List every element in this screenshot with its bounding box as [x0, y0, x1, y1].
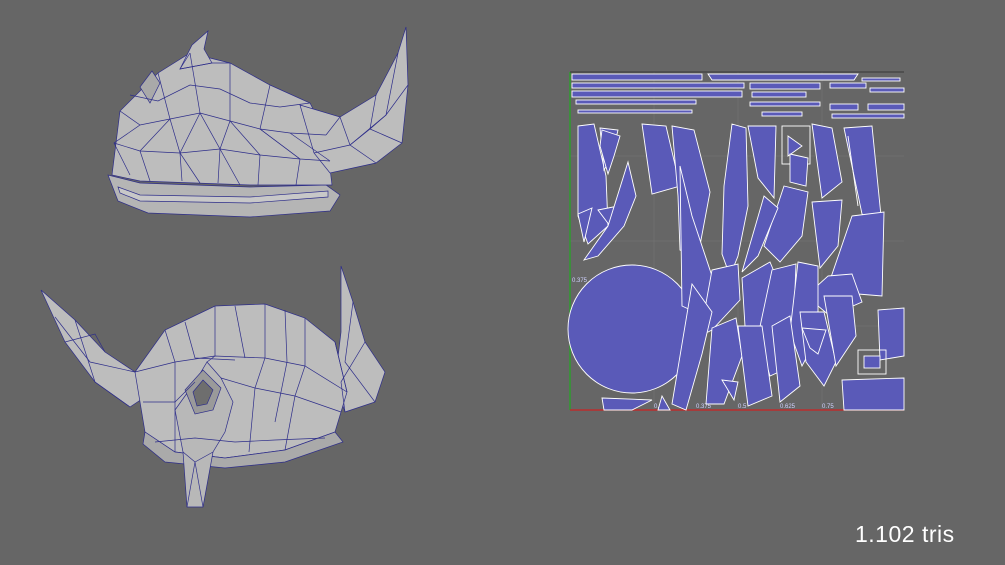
- uv-tick-x-1: 0.375: [696, 404, 712, 410]
- uv-tick-x-3: 0.625: [780, 404, 796, 410]
- uv-tick-y-0: 0.375: [572, 278, 588, 284]
- helmet-model-side-view[interactable]: [100, 25, 420, 225]
- uv-layout-panel[interactable]: 0.25 0.375 0.5 0.625 0.75 0.375: [562, 66, 912, 416]
- helmet-model-front-view[interactable]: [35, 262, 420, 517]
- uv-tick-x-4: 0.75: [822, 404, 834, 410]
- uv-tick-x-2: 0.5: [738, 404, 747, 410]
- uv-shells[interactable]: [567, 73, 905, 411]
- 3d-viewport[interactable]: 0.25 0.375 0.5 0.625 0.75 0.375: [0, 0, 1005, 565]
- triangle-count-label: 1.102 tris: [855, 521, 955, 547]
